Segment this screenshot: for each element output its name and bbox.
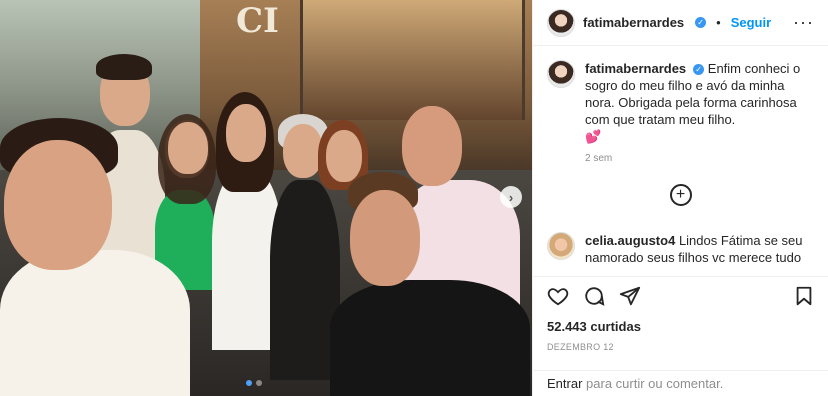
separator: • [716,15,721,30]
chevron-right-icon[interactable]: › [500,186,522,208]
author-username[interactable]: fatimabernardes [583,15,684,30]
post-actions: 52.443 curtidas DEZEMBRO 12 Entrar para … [533,276,828,396]
comment-username[interactable]: celia.augusto4 [585,233,675,248]
carousel-dot [256,380,262,386]
post-photo[interactable]: CI › [0,0,532,396]
comment-item: celia.augusto4 Lindos Fátima se seu namo… [533,232,828,266]
commenter-avatar[interactable] [547,232,575,260]
author-avatar[interactable] [547,8,575,37]
caption-avatar[interactable] [547,60,575,88]
post-date[interactable]: DEZEMBRO 12 [533,334,828,352]
restaurant-sign: CI [236,1,279,41]
login-to-comment: Entrar para curtir ou comentar. [533,370,828,396]
bookmark-icon[interactable] [793,285,815,307]
restaurant-window [300,0,525,120]
heart-emoji: 💕 [585,129,602,144]
login-hint: para curtir ou comentar. [586,376,724,391]
carousel-dot-active [246,380,252,386]
plus-circle-icon[interactable]: + [669,184,692,206]
heart-icon[interactable] [547,285,569,307]
more-icon[interactable]: ··· [793,12,814,33]
comment-icon[interactable] [583,285,605,307]
post-caption: fatimabernardes ✓ Enfim conheci o sogro d… [533,46,828,164]
verified-icon: ✓ [693,64,705,75]
instagram-post: CI › fatimabernardes ✓ • Seguir ··· fati… [0,0,828,396]
share-icon[interactable] [619,285,641,307]
caption-time[interactable]: 2 sem [585,153,814,164]
comment-text: celia.augusto4 Lindos Fátima se seu namo… [585,232,814,266]
likes-count[interactable]: 52.443 curtidas [533,307,828,334]
caption-text: fatimabernardes ✓ Enfim conheci o sogro d… [585,60,814,145]
follow-button[interactable]: Seguir [731,15,771,30]
caption-username[interactable]: fatimabernardes [585,61,686,76]
verified-icon: ✓ [695,17,707,28]
action-icons [533,277,828,307]
post-side-panel: fatimabernardes ✓ • Seguir ··· fatimaber… [532,0,828,396]
carousel-dots [246,380,262,386]
load-more-comments: + [533,184,828,206]
login-link[interactable]: Entrar [547,376,582,391]
post-header: fatimabernardes ✓ • Seguir ··· [533,0,828,46]
